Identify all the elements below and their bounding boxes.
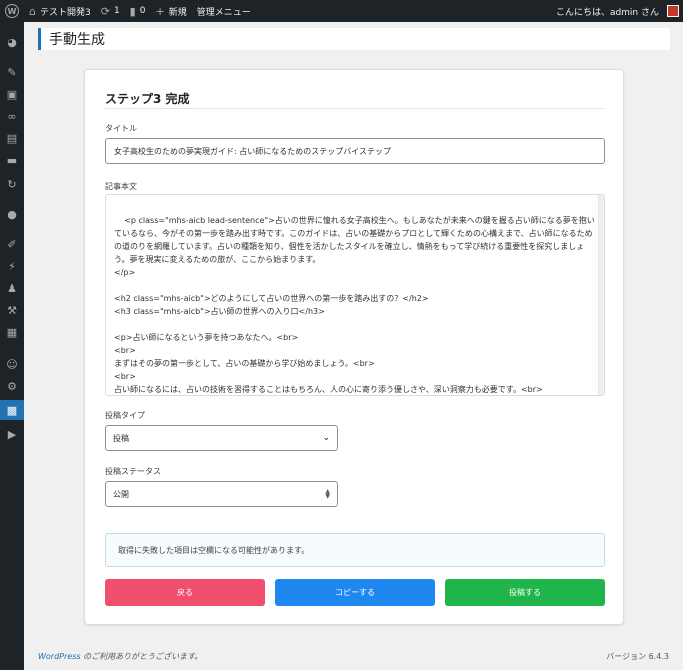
back-button[interactable]: 戻る xyxy=(105,579,265,606)
tools-icon[interactable]: ⚒ xyxy=(0,300,24,320)
brush-icon[interactable]: ✐ xyxy=(0,234,24,254)
wordpress-link[interactable]: WordPress xyxy=(38,652,81,661)
page-title: 手動生成 xyxy=(49,32,105,48)
footer-version: バージョン 6.4.3 xyxy=(606,652,669,661)
site-name: テスト開発3 xyxy=(39,7,91,18)
comments-icon[interactable]: ▬ xyxy=(0,150,24,170)
post-type-label: 投稿タイプ xyxy=(105,411,145,420)
page-title-box: 手動生成 xyxy=(38,28,670,50)
admin-bar: W ⌂ テスト開発3 ⟳ 1 ▮ 0 + 新規 管理メニュー こんにちは、adm… xyxy=(0,0,683,22)
new-label: 新規 xyxy=(168,7,187,18)
play-icon[interactable]: ▶ xyxy=(0,424,24,444)
title-divider xyxy=(105,108,605,109)
plugin-active-icon[interactable]: ▩ xyxy=(0,400,24,420)
settings-icon[interactable]: ▦ xyxy=(0,322,24,342)
plugin-icon[interactable]: ⚡ xyxy=(0,256,24,276)
updates-icon: ⟳ xyxy=(100,4,110,18)
admin-sidebar: ◕ ✎ ▣ ∞ ▤ ▬ ↻ ● ✐ ⚡ ♟ ⚒ ▦ ☺ ⚙ ▩ ▶ xyxy=(0,22,24,670)
comment-icon: ▮ xyxy=(129,4,136,18)
post-type-value: 投稿 xyxy=(113,433,129,443)
body-textarea-value: <p class="mhs-aicb lead-sentence">占いの世界に… xyxy=(114,216,595,394)
title-input[interactable]: 女子高校生のための夢実現ガイド: 占い師になるためのステップバイステップ xyxy=(105,138,605,164)
my-account-menu[interactable]: こんにちは、admin さん xyxy=(551,0,683,22)
updates-menu[interactable]: ⟳ 1 xyxy=(96,0,125,22)
post-status-label: 投稿ステータス xyxy=(105,467,161,476)
title-label: タイトル xyxy=(105,124,137,133)
plus-icon: + xyxy=(155,4,165,18)
info-notice: 取得に失敗した項目は空欄になる可能性があります。 xyxy=(105,533,605,567)
post-status-value: 公開 xyxy=(113,489,129,499)
profile-icon[interactable]: ☺ xyxy=(0,354,24,374)
greeting: こんにちは、admin さん xyxy=(555,7,659,18)
select-arrows-icon: ▲ ▼ xyxy=(325,488,330,500)
chevron-down-icon: ⌄ xyxy=(322,433,330,443)
pin-icon[interactable]: ✎ xyxy=(0,62,24,82)
post-button[interactable]: 投稿する xyxy=(445,579,605,606)
notice-text: 取得に失敗した項目は空欄になる可能性があります。 xyxy=(118,545,310,555)
wrench-icon[interactable]: ⚙ xyxy=(0,376,24,396)
pages-icon[interactable]: ▤ xyxy=(0,128,24,148)
wp-logo-menu[interactable]: W xyxy=(0,0,24,22)
dashboard-icon[interactable]: ◕ xyxy=(0,32,24,52)
refresh-icon[interactable]: ↻ xyxy=(0,174,24,194)
footer-thanks: WordPress のご利用ありがとうございます。 xyxy=(38,651,202,662)
footer-thanks-text: のご利用ありがとうございます。 xyxy=(80,652,203,661)
admin-menu-link[interactable]: 管理メニュー xyxy=(192,0,256,22)
site-name-menu[interactable]: ⌂ テスト開発3 xyxy=(24,0,96,22)
new-content-menu[interactable]: + 新規 xyxy=(150,0,191,22)
users-icon[interactable]: ♟ xyxy=(0,278,24,298)
media-icon[interactable]: ▣ xyxy=(0,84,24,104)
step-card: ステップ3 完成 タイトル 女子高校生のための夢実現ガイド: 占い師になるための… xyxy=(84,69,624,625)
updates-count: 1 xyxy=(113,6,120,16)
title-input-value: 女子高校生のための夢実現ガイド: 占い師になるためのステップバイステップ xyxy=(114,146,391,156)
post-type-select[interactable]: 投稿 ⌄ xyxy=(105,425,338,451)
home-icon: ⌂ xyxy=(29,4,36,18)
body-textarea[interactable]: <p class="mhs-aicb lead-sentence">占いの世界に… xyxy=(105,194,605,396)
link-icon[interactable]: ∞ xyxy=(0,106,24,126)
post-status-select[interactable]: 公開 ▲ ▼ xyxy=(105,481,338,507)
comments-menu[interactable]: ▮ 0 xyxy=(125,0,151,22)
comments-count: 0 xyxy=(139,6,146,16)
step-title: ステップ3 完成 xyxy=(105,92,190,106)
wordpress-icon: W xyxy=(5,4,19,18)
circle-icon[interactable]: ● xyxy=(0,204,24,224)
textarea-scrollbar[interactable] xyxy=(598,195,604,395)
admin-menu-label: 管理メニュー xyxy=(196,7,251,18)
avatar xyxy=(667,5,679,17)
copy-button[interactable]: コピーする xyxy=(275,579,435,606)
body-label: 記事本文 xyxy=(105,182,137,191)
